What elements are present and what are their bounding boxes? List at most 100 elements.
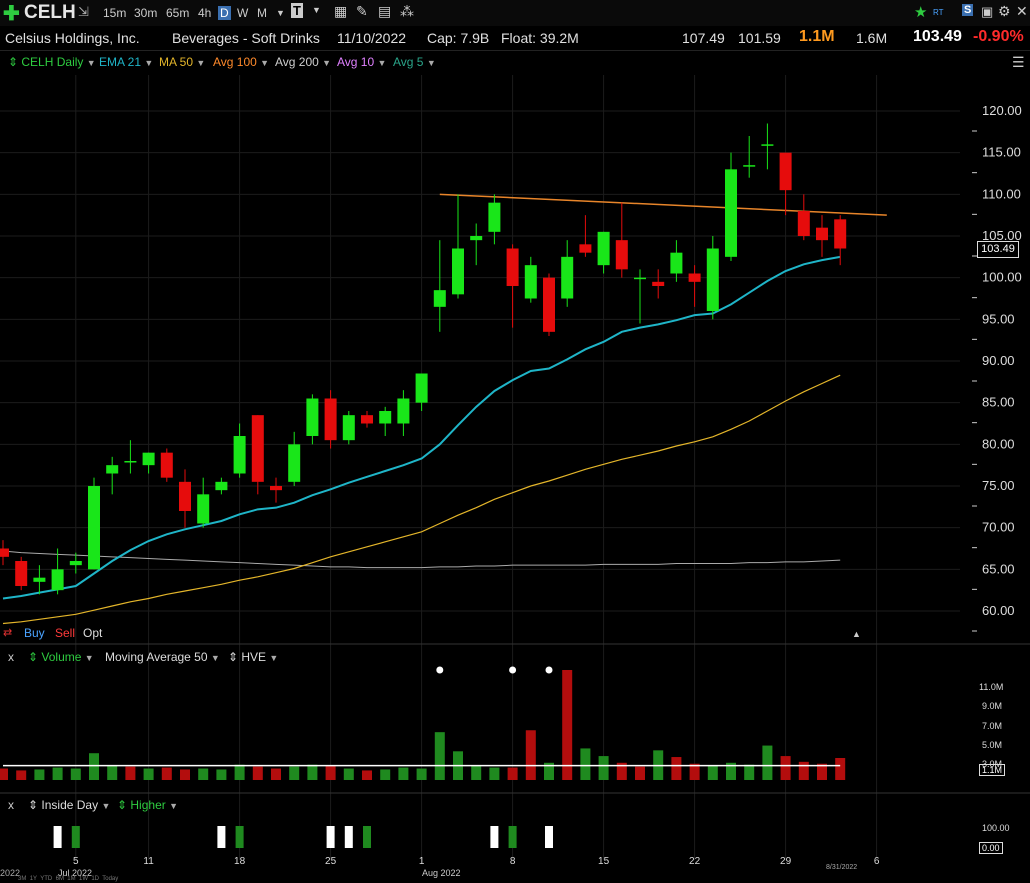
- price-tick-label: 65.00: [982, 561, 1015, 576]
- price-tick-label: 110.00: [982, 186, 1021, 201]
- volume-bar: [835, 758, 846, 780]
- candle-body: [215, 481, 228, 491]
- candle-body: [233, 436, 246, 474]
- volume-bar: [252, 766, 263, 780]
- range-ytd[interactable]: YTD: [40, 876, 52, 882]
- price-tick-label: 95.00: [982, 311, 1015, 326]
- volume-bar: [562, 670, 573, 780]
- candle-body: [142, 452, 155, 466]
- inside-day-bar: [490, 826, 499, 848]
- range-1m[interactable]: 1M: [67, 876, 75, 882]
- candle-body: [506, 248, 519, 286]
- volume-bar: [198, 768, 209, 780]
- inside-day-close-button[interactable]: x: [8, 798, 14, 812]
- price-axis: 120.00115.00110.00105.00100.0095.0090.00…: [972, 103, 1022, 632]
- candle-body: [179, 481, 191, 511]
- volume-bar: [525, 730, 536, 780]
- month-label-aug: Aug 2022: [422, 868, 461, 878]
- collapse-up-icon[interactable]: ▲: [852, 629, 861, 639]
- candle-body: [706, 248, 719, 311]
- volume-tick-11m: 11.0M: [979, 682, 1004, 692]
- candle-body: [51, 569, 64, 591]
- candle-body: [561, 256, 574, 299]
- range-1d[interactable]: 1D: [91, 876, 99, 882]
- hve-dot: [509, 666, 517, 674]
- volume-bar: [271, 768, 281, 780]
- buy-button[interactable]: Buy: [24, 626, 45, 640]
- higher-label: Higher: [130, 798, 166, 812]
- candle-body: [688, 273, 701, 282]
- volume-bar: [398, 767, 409, 780]
- date-tick-label: 18: [234, 856, 246, 867]
- inside-day-toggle[interactable]: ⇕ Inside Day ▼: [28, 798, 110, 812]
- date-tick-label: 22: [689, 856, 701, 867]
- volume-close-button[interactable]: x: [8, 650, 14, 664]
- volume-tick-5m: 5.0M: [982, 740, 1003, 750]
- volume-bar: [107, 765, 118, 780]
- volume-bar: [434, 732, 445, 780]
- hve-dot: [545, 666, 553, 674]
- range-buttons: 3M 1Y YTD 6M 1M 1W 1D Today: [18, 876, 118, 882]
- volume-ma-toggle[interactable]: Moving Average 50 ▼: [105, 650, 220, 664]
- candle-body: [415, 373, 428, 403]
- volume-label: Volume: [41, 650, 82, 664]
- date-tick-label: 29: [780, 856, 792, 867]
- date-axis: 5 11 18 25 1 8 15 22 29 6: [73, 856, 880, 867]
- volume-bar: [89, 753, 99, 780]
- candle-body: [797, 211, 810, 236]
- trade-icon[interactable]: ⇄: [3, 626, 12, 639]
- volume-panel: [0, 666, 846, 780]
- candle-body: [634, 277, 646, 280]
- last-price-marker: 103.49: [977, 240, 1019, 258]
- date-tick-label: 25: [325, 856, 337, 867]
- volume-bar: [416, 768, 427, 780]
- hve-toggle[interactable]: ⇕ HVE ▼: [228, 650, 278, 664]
- volume-bar: [307, 764, 318, 780]
- volume-bar: [780, 756, 791, 780]
- volume-tick-7m: 7.0M: [982, 721, 1003, 731]
- volume-toggle[interactable]: ⇕ Volume ▼: [28, 650, 94, 664]
- volume-bar: [598, 756, 609, 780]
- volume-bar: [471, 765, 482, 780]
- candle-body: [597, 231, 610, 266]
- higher-toggle[interactable]: ⇕ Higher ▼: [117, 798, 178, 812]
- price-chart[interactable]: 120.00115.00110.00105.00100.0095.0090.00…: [0, 0, 1030, 883]
- candle-body: [834, 219, 847, 249]
- candle-body: [543, 277, 555, 332]
- candle-body: [251, 415, 264, 482]
- candle-body: [743, 165, 756, 167]
- inside-day-bar: [545, 826, 553, 848]
- volume-bar: [70, 768, 81, 780]
- sell-button[interactable]: Sell: [55, 626, 75, 640]
- volume-current-marker: 1.1M: [979, 764, 1006, 776]
- price-tick-label: 115.00: [982, 145, 1021, 160]
- volume-bar: [671, 757, 682, 780]
- range-3m[interactable]: 3M: [18, 876, 26, 882]
- volume-bar: [52, 767, 63, 780]
- volume-bar: [489, 767, 500, 780]
- volume-bar: [635, 766, 645, 780]
- price-tick-label: 70.00: [982, 520, 1015, 535]
- range-1w[interactable]: 1W: [79, 876, 88, 882]
- range-today[interactable]: Today: [102, 876, 118, 882]
- range-1y[interactable]: 1Y: [30, 876, 37, 882]
- range-6m[interactable]: 6M: [56, 876, 64, 882]
- volume-bar: [216, 769, 227, 780]
- inside-day-panel: [53, 826, 553, 848]
- candle-body: [670, 252, 683, 274]
- date-tick-label: 15: [598, 856, 610, 867]
- volume-bar: [16, 770, 27, 780]
- candle-body: [524, 265, 537, 299]
- date-tick-label: 6: [874, 856, 880, 867]
- volume-bar: [234, 764, 245, 780]
- volume-bar: [762, 745, 773, 780]
- options-button[interactable]: Opt: [83, 626, 102, 640]
- price-tick-label: 60.00: [982, 603, 1015, 618]
- inside-day-bar: [508, 826, 517, 848]
- candle-body: [816, 227, 828, 241]
- volume-bar: [125, 766, 136, 780]
- candle-body: [15, 561, 28, 586]
- candle-body: [69, 561, 82, 566]
- candle-body: [761, 144, 774, 146]
- volume-bar: [289, 766, 300, 780]
